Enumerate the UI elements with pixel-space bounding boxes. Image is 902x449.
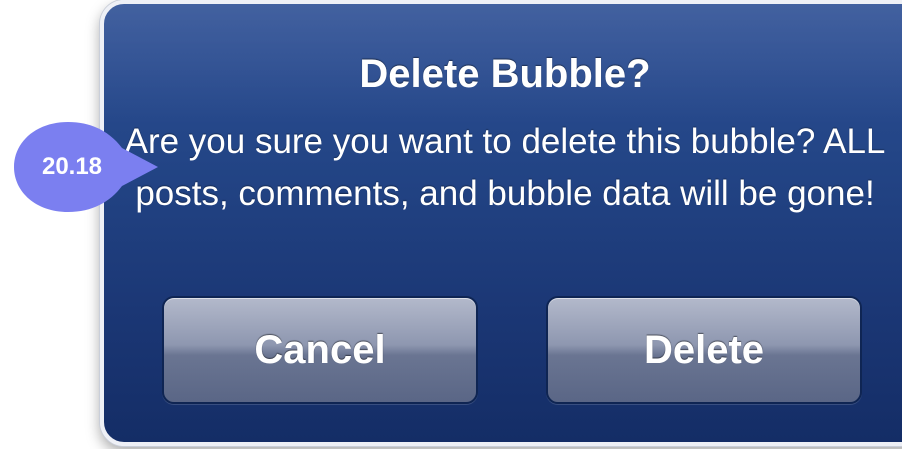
value-badge: 20.18 [10, 120, 160, 214]
dialog-title: Delete Bubble? [359, 52, 651, 96]
badge-value: 20.18 [41, 153, 103, 180]
screen: Delete Bubble? Are you sure you want to … [0, 0, 902, 449]
delete-button[interactable]: Delete [546, 296, 862, 404]
cancel-button[interactable]: Cancel [162, 296, 478, 404]
delete-bubble-dialog: Delete Bubble? Are you sure you want to … [100, 0, 902, 446]
dialog-message: Are you sure you want to delete this bub… [124, 122, 886, 213]
